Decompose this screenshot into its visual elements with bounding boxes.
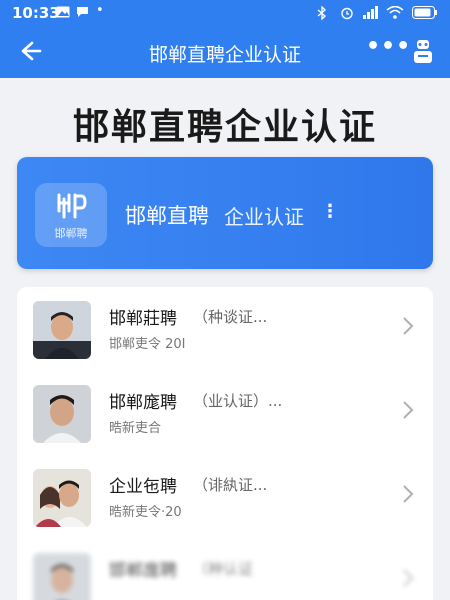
chevron-right-icon	[402, 483, 414, 511]
page-title: 邯郸直聘企业认证	[72, 107, 377, 148]
banner-title: 邯郸直聘	[125, 204, 209, 228]
app-logo: 邯郸聘	[35, 183, 107, 247]
banner-subtitle: 企业认证	[224, 205, 304, 229]
more-options-button[interactable]: •••	[366, 34, 411, 59]
certification-banner[interactable]: 邯郸聘 邯郸直聘 企业认证 ⋮	[17, 157, 433, 269]
nav-bar: 邯郸直聘企业认证 •••	[0, 26, 450, 78]
company-name: 邯郸莊聘	[109, 309, 177, 329]
avatar	[33, 385, 91, 443]
company-name: 邯郸庬聘	[109, 393, 177, 413]
more-dots-icon: •	[96, 3, 104, 18]
company-meta: 晧新吏令·20	[109, 505, 182, 520]
logo-text: 邯郸聘	[54, 227, 88, 240]
signal-icon	[362, 6, 380, 22]
certification-tag: （种谈证...	[193, 308, 268, 326]
certification-tag: （种认证	[193, 560, 254, 578]
assistant-icon[interactable]	[410, 38, 436, 66]
alarm-icon	[340, 6, 354, 23]
company-list: 邯郸莊聘 （种谈证... 邯郸吏令 20I 邯郸庬聘 （业认证）... 晧新吏合…	[17, 287, 433, 600]
certification-tag: （诽紈证...	[193, 476, 268, 494]
chevron-right-icon	[402, 567, 414, 595]
company-meta: 晧新吏合	[109, 421, 162, 436]
bluetooth-icon	[316, 5, 328, 23]
page-content: 邯郸直聘企业认证 邯郸聘 邯郸直聘 企业认证 ⋮ 邯郸莊聘 （种谈证... 邯郸…	[0, 78, 450, 600]
chevron-right-icon	[402, 315, 414, 343]
wifi-icon	[386, 5, 404, 22]
avatar	[33, 553, 91, 600]
avatar	[33, 301, 91, 359]
battery-icon	[412, 6, 438, 22]
list-item[interactable]: 企业㐌聘 （诽紈证... 晧新吏令·20	[17, 455, 433, 539]
avatar	[33, 469, 91, 527]
company-name: 企业㐌聘	[109, 477, 177, 497]
image-icon	[56, 6, 70, 21]
list-item[interactable]: 邯郸庬聘 （种认证	[17, 539, 433, 600]
company-name: 邯郸庬聘	[109, 561, 177, 581]
logo-mark-icon	[57, 193, 87, 219]
list-item[interactable]: 邯郸庬聘 （业认证）... 晧新吏合	[17, 371, 433, 455]
status-time: 10:33	[12, 4, 60, 22]
message-icon	[76, 6, 89, 21]
company-meta: 邯郸吏令 20I	[109, 337, 186, 352]
status-bar: 10:33 •	[0, 0, 450, 26]
list-item[interactable]: 邯郸莊聘 （种谈证... 邯郸吏令 20I	[17, 287, 433, 371]
chevron-right-icon	[402, 399, 414, 427]
certification-tag: （业认证）...	[193, 392, 283, 410]
banner-menu-dots[interactable]: ⋮	[321, 201, 339, 222]
